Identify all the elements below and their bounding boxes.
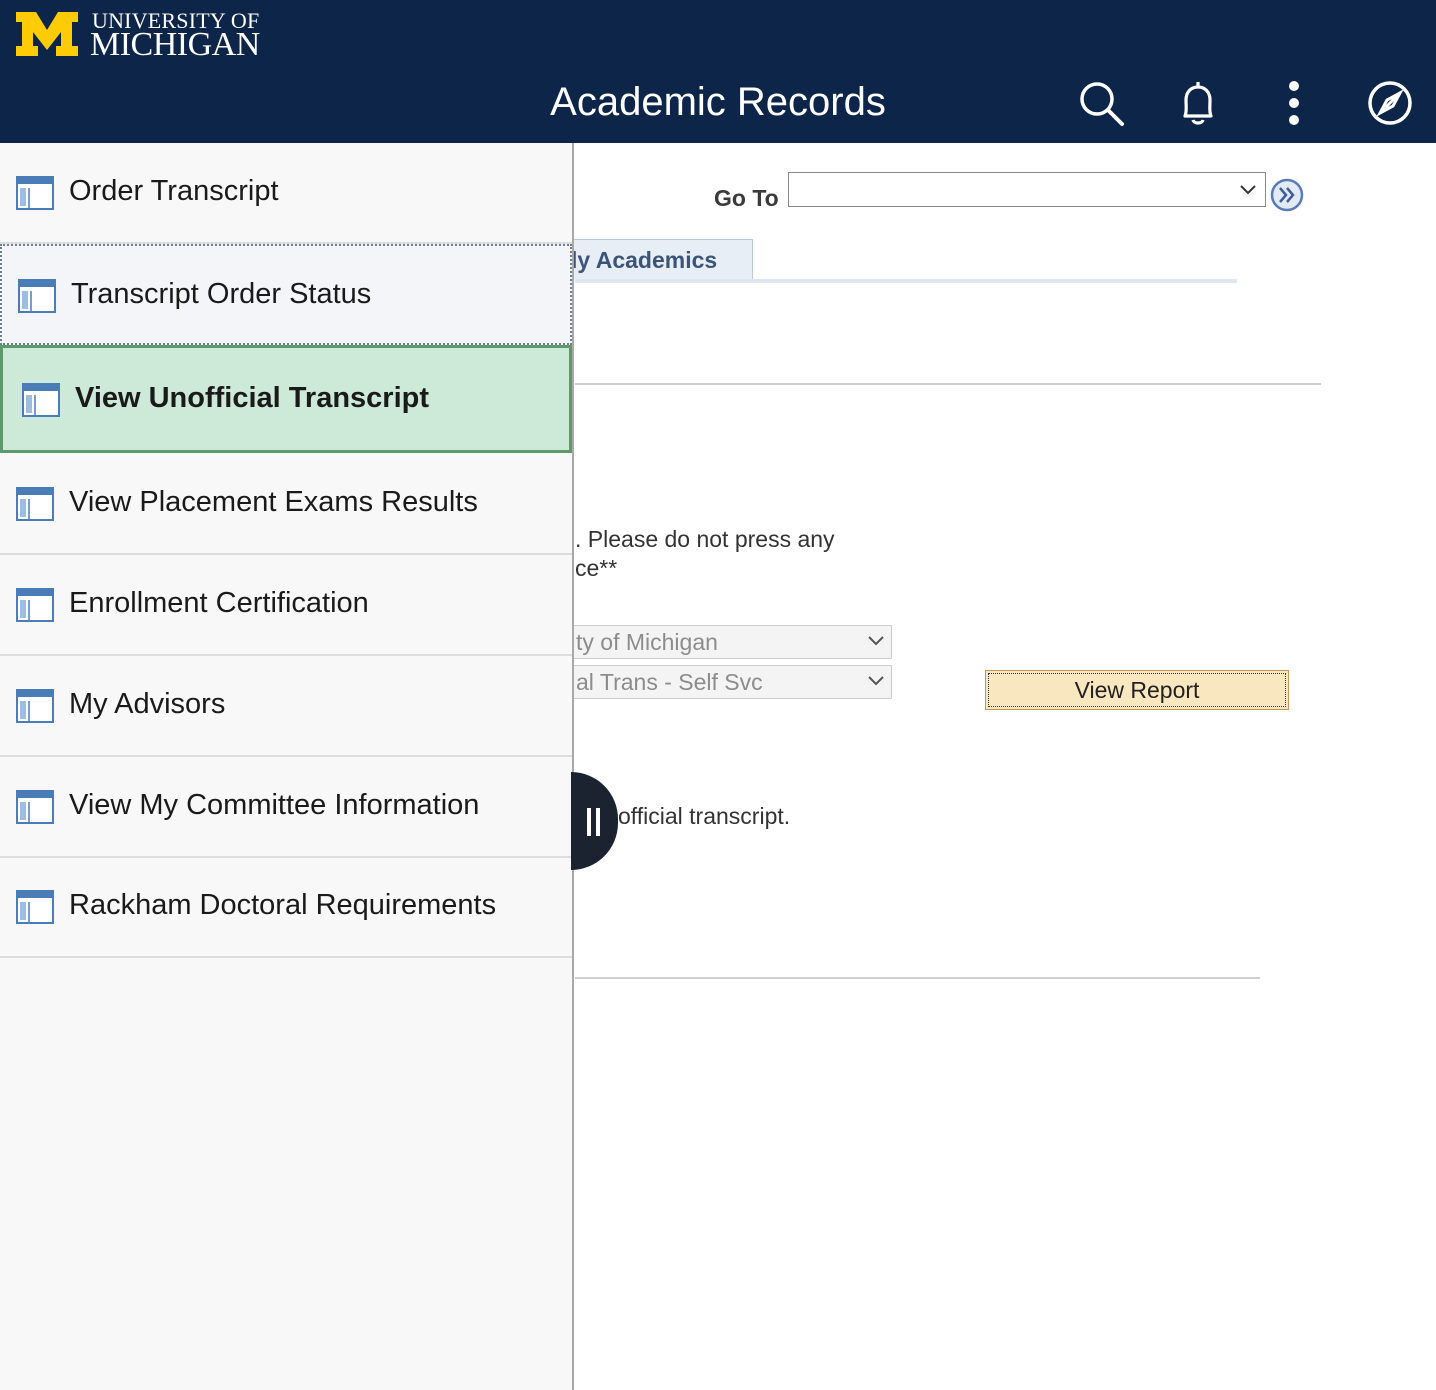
sidebar-item-label: Enrollment Certification — [69, 587, 369, 619]
chevron-down-icon — [868, 676, 884, 686]
sidebar-nav: Order Transcript Transcript Order Status… — [0, 143, 574, 1390]
goto-select[interactable] — [788, 172, 1266, 207]
grip-bar — [587, 808, 591, 836]
sidebar-item-label: Transcript Order Status — [71, 278, 372, 310]
sidebar-item-label: Rackham Doctoral Requirements — [69, 889, 497, 921]
page-icon — [18, 279, 56, 313]
sidebar-item-enrollment-certification[interactable]: Enrollment Certification — [0, 555, 572, 656]
sidebar-item-rackham-doctoral-requirements[interactable]: Rackham Doctoral Requirements — [0, 857, 572, 958]
more-vertical-icon[interactable] — [1269, 78, 1319, 128]
report-type-select[interactable]: al Trans - Self Svc — [560, 665, 892, 699]
sidebar-item-label: View My Committee Information — [69, 789, 480, 821]
divider — [575, 977, 1260, 979]
page-icon — [16, 487, 54, 521]
report-type-select-value: al Trans - Self Svc — [576, 669, 763, 695]
chevron-down-icon — [1240, 185, 1256, 195]
sidebar-item-order-transcript[interactable]: Order Transcript — [0, 143, 572, 244]
sidebar-item-view-placement-exams[interactable]: View Placement Exams Results — [0, 454, 572, 555]
institution-select[interactable]: ty of Michigan — [560, 625, 892, 659]
sidebar-item-label: Order Transcript — [69, 175, 279, 207]
page-icon — [16, 689, 54, 723]
university-logo[interactable]: UNIVERSITY OF MICHIGAN — [14, 10, 274, 63]
sidebar-item-label: View Unofficial Transcript — [75, 382, 430, 414]
grip-bar — [596, 808, 600, 836]
tab-underline — [575, 279, 1237, 283]
divider — [575, 383, 1321, 385]
goto-go-button[interactable] — [1268, 177, 1306, 213]
page-icon — [22, 383, 60, 417]
block-m-icon — [16, 12, 78, 56]
goto-label: Go To — [714, 185, 779, 211]
sidebar-item-my-advisors[interactable]: My Advisors — [0, 656, 572, 757]
logo-text-michigan: MICHIGAN — [90, 26, 260, 63]
view-report-button[interactable]: View Report — [985, 670, 1289, 710]
transcript-note: official transcript. — [618, 803, 791, 829]
page-icon — [16, 890, 54, 924]
sidebar-item-view-unofficial-transcript[interactable]: View Unofficial Transcript — [0, 345, 572, 453]
tab-my-academics[interactable]: ly Academics — [560, 239, 753, 280]
search-icon[interactable] — [1076, 78, 1126, 128]
instruction-text-line2: ce** — [575, 555, 618, 581]
app-header: UNIVERSITY OF MICHIGAN Academic Records — [0, 0, 1436, 143]
page-icon — [16, 588, 54, 622]
page-icon — [16, 176, 54, 210]
chevron-down-icon — [868, 636, 884, 646]
compass-icon[interactable] — [1365, 78, 1415, 128]
page-icon — [16, 790, 54, 824]
instruction-text: . Please do not press any — [575, 526, 835, 552]
sidebar-item-label: My Advisors — [69, 688, 226, 720]
sidebar-item-label: View Placement Exams Results — [69, 486, 478, 518]
bell-icon[interactable] — [1173, 78, 1223, 128]
institution-select-value: ty of Michigan — [576, 629, 718, 655]
sidebar-item-transcript-order-status[interactable]: Transcript Order Status — [0, 244, 572, 345]
sidebar-item-committee-information[interactable]: View My Committee Information — [0, 757, 572, 858]
